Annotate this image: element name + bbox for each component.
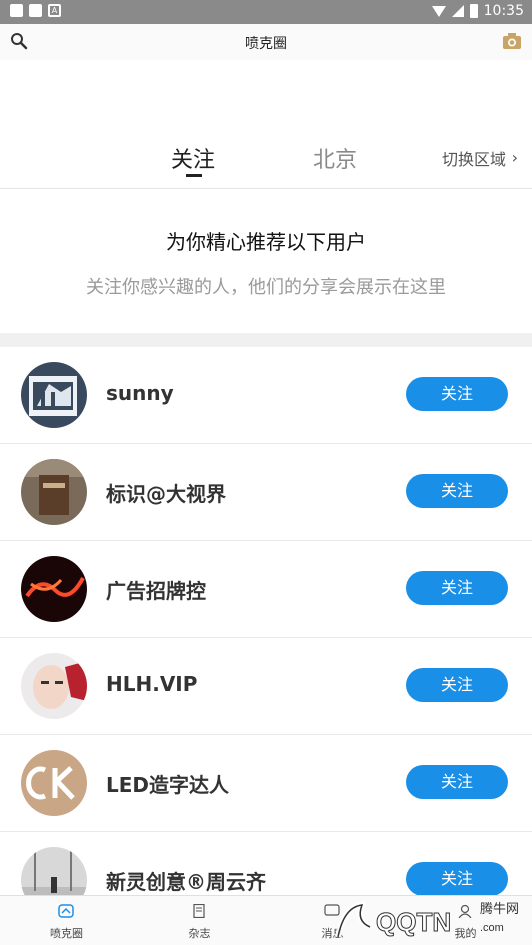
app-bar: 喷克圈 (0, 24, 532, 60)
notification-icons: A (10, 4, 61, 17)
circle-icon (58, 904, 74, 918)
svg-text:腾牛网: 腾牛网 (480, 901, 519, 917)
avatar[interactable] (21, 362, 87, 428)
svg-text:QQTN: QQTN (376, 907, 451, 937)
user-name[interactable]: 新灵创意®周云齐 (106, 866, 266, 895)
notification-icon (29, 4, 42, 17)
user-name[interactable]: 广告招牌控 (106, 575, 206, 604)
watermark-logo: QQTN 腾牛网 .com (335, 901, 519, 938)
list-item[interactable]: sunny 关注 (0, 347, 532, 444)
nav-label: 喷克圈 (50, 927, 83, 940)
chevron-right-icon: › (511, 148, 518, 167)
follow-button[interactable]: 关注 (406, 474, 508, 508)
avatar[interactable] (21, 459, 87, 525)
user-list: sunny 关注 标识@大视界 关注 广告招牌控 关注 HLH.VIP 关注 L… (0, 347, 532, 929)
notification-icon (10, 4, 23, 17)
page-title: 喷克圈 (245, 36, 287, 52)
follow-button[interactable]: 关注 (406, 668, 508, 702)
section-divider (0, 333, 532, 347)
avatar[interactable] (21, 653, 87, 719)
notification-icon: A (48, 4, 61, 17)
svg-text:.com: .com (480, 922, 504, 934)
wifi-icon (431, 5, 446, 17)
follow-button[interactable]: 关注 (406, 571, 508, 605)
switch-region-button[interactable]: 切换区域 (442, 146, 506, 170)
clock: 10:35 (483, 3, 524, 19)
battery-icon (469, 4, 478, 18)
recommend-subtitle: 关注你感兴趣的人，他们的分享会展示在这里 (86, 277, 446, 298)
tab-follow[interactable]: 关注 (171, 142, 215, 174)
user-name[interactable]: LED造字达人 (106, 769, 229, 798)
system-icons: 10:35 (431, 3, 524, 19)
follow-button[interactable]: 关注 (406, 377, 508, 411)
user-name[interactable]: 标识@大视界 (106, 478, 226, 507)
user-name[interactable]: HLH.VIP (106, 672, 197, 696)
list-item[interactable]: 广告招牌控 关注 (0, 541, 532, 638)
nav-item-magazine[interactable]: 杂志 (133, 896, 266, 945)
tab-active-indicator (186, 174, 202, 177)
avatar[interactable] (21, 556, 87, 622)
signal-icon (451, 5, 464, 17)
nav-label: 杂志 (188, 927, 211, 940)
status-bar: A 10:35 (0, 0, 532, 24)
tab-beijing[interactable]: 北京 (313, 142, 357, 174)
list-item[interactable]: HLH.VIP 关注 (0, 638, 532, 735)
feed-tabs: 关注 北京 切换区域 › (0, 60, 532, 189)
nav-item-circle[interactable]: 喷克圈 (0, 896, 133, 945)
avatar[interactable] (21, 750, 87, 816)
list-item[interactable]: 标识@大视界 关注 (0, 444, 532, 541)
user-name[interactable]: sunny (106, 381, 174, 405)
follow-button[interactable]: 关注 (406, 765, 508, 799)
recommend-section: 为你精心推荐以下用户 关注你感兴趣的人，他们的分享会展示在这里 (0, 189, 532, 333)
magazine-icon (193, 904, 205, 918)
recommend-heading: 为你精心推荐以下用户 (166, 230, 366, 254)
list-item[interactable]: LED造字达人 关注 (0, 735, 532, 832)
camera-icon[interactable] (502, 32, 522, 50)
